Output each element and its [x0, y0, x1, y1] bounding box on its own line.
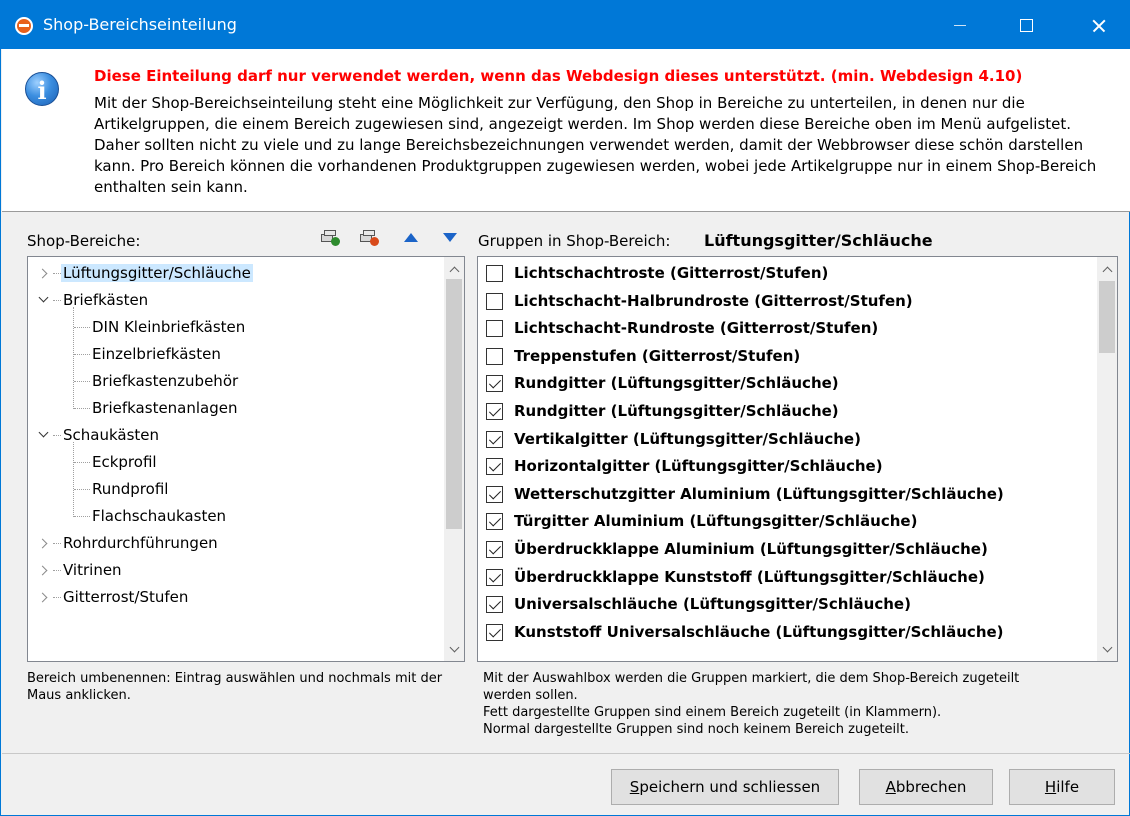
- tree-connector: [73, 442, 74, 517]
- move-down-icon[interactable]: [439, 228, 463, 248]
- cancel-button[interactable]: Abbrechen: [859, 769, 993, 805]
- tree-scrollbar[interactable]: [444, 257, 464, 661]
- close-button[interactable]: [1069, 1, 1129, 49]
- group-label: Lichtschacht-Halbrundroste (Gitterrost/S…: [514, 291, 913, 310]
- group-label: Rundgitter (Lüftungsgitter/Schläuche): [514, 402, 839, 420]
- group-checkbox[interactable]: [486, 347, 503, 365]
- tree-subitem-label: Einzelbriefkästen: [92, 345, 221, 363]
- scroll-up-icon[interactable]: [1097, 259, 1117, 279]
- group-checkbox[interactable]: [486, 292, 503, 310]
- chevron-right-icon[interactable]: [38, 564, 50, 576]
- group-label: Überdruckklappe Kunststoff (Lüftungsgitt…: [514, 567, 985, 586]
- tree-item-label: Lüftungsgitter/Schläuche: [61, 264, 253, 282]
- tree-item-label: Gitterrost/Stufen: [63, 588, 189, 606]
- tree-subitem-label: Flachschaukasten: [92, 507, 227, 525]
- tree-subitem-label: Briefkastenanlagen: [92, 399, 238, 417]
- group-checkbox[interactable]: [486, 458, 503, 476]
- groups-checklist[interactable]: Lichtschachtroste (Gitterrost/Stufen) Lic…: [477, 256, 1118, 662]
- group-checkbox[interactable]: [486, 568, 503, 586]
- shop-areas-dialog: Shop-Bereichseinteilung i Diese Einteilu…: [0, 0, 1130, 816]
- group-label: Überdruckklappe Aluminium (Lüftungsgitte…: [514, 540, 988, 558]
- chevron-down-icon[interactable]: [38, 429, 50, 441]
- tree-item-label: Rohrdurchführungen: [63, 534, 218, 552]
- group-label: Rundgitter (Lüftungsgitter/Schläuche): [514, 374, 839, 393]
- button-separator: [2, 753, 1130, 754]
- window-title: Shop-Bereichseinteilung: [43, 15, 237, 34]
- scroll-down-icon[interactable]: [444, 639, 464, 659]
- shop-areas-tree[interactable]: Lüftungsgitter/Schläuche Briefkästen DIN K…: [27, 256, 465, 662]
- save-and-close-button[interactable]: Speichern und schliessen: [611, 769, 839, 805]
- shop-app-icon: [15, 17, 33, 35]
- group-label: Türgitter Aluminium (Lüftungsgitter/Schl…: [514, 512, 918, 531]
- title-bar[interactable]: Shop-Bereichseinteilung: [1, 1, 1129, 49]
- tree-connector: [73, 307, 74, 409]
- groups-hint: Mit der Auswahlbox werden die Gruppen ma…: [483, 670, 1123, 738]
- tree-subitem-label: Rundprofil: [92, 480, 169, 498]
- group-checkbox[interactable]: [486, 541, 503, 558]
- tree-item-label: Schaukästen: [63, 426, 160, 444]
- group-checkbox[interactable]: [486, 375, 503, 393]
- info-icon: i: [25, 72, 59, 106]
- minimize-button[interactable]: [931, 1, 991, 49]
- move-up-icon[interactable]: [400, 228, 424, 248]
- delete-area-icon[interactable]: [358, 228, 382, 248]
- chevron-right-icon[interactable]: [38, 591, 50, 603]
- selected-area-title: Lüftungsgitter/Schläuche: [704, 231, 933, 250]
- scrollbar-thumb[interactable]: [446, 279, 462, 529]
- scroll-down-icon[interactable]: [1097, 639, 1117, 659]
- tree-item-label: Briefkästen: [63, 291, 149, 309]
- info-description: Mit der Shop-Bereichseinteilung steht ei…: [94, 94, 1097, 196]
- shop-areas-label: Shop-Bereiche:: [27, 232, 141, 250]
- info-header: i Diese Einteilung darf nur verwendet we…: [2, 49, 1130, 212]
- group-checkbox[interactable]: [486, 320, 503, 338]
- group-label: Universalschläuche (Lüftungsgitter/Schlä…: [514, 595, 911, 614]
- chevron-down-icon[interactable]: [38, 294, 50, 306]
- tree-subitem-label: Eckprofil: [92, 453, 157, 471]
- hint-line: Normal dargestellte Gruppen sind noch ke…: [483, 722, 909, 737]
- group-checkbox[interactable]: [486, 485, 503, 503]
- button-label: ilfe: [1056, 778, 1080, 796]
- mnemonic: H: [1044, 778, 1057, 796]
- tree-item-label: Vitrinen: [63, 561, 122, 579]
- groups-label: Gruppen in Shop-Bereich:: [478, 232, 671, 250]
- button-label: peichern und schliessen: [639, 778, 821, 796]
- chevron-right-icon[interactable]: [38, 267, 50, 279]
- group-label: Horizontalgitter (Lüftungsgitter/Schläuc…: [514, 457, 883, 476]
- rename-hint: Bereich umbenennen: Eintrag auswählen un…: [27, 671, 443, 703]
- group-checkbox[interactable]: [486, 596, 503, 614]
- help-button[interactable]: Hilfe: [1009, 769, 1115, 805]
- group-checkbox[interactable]: [486, 430, 503, 448]
- group-label: Wetterschutzgitter Aluminium (Lüftungsgi…: [514, 484, 1004, 503]
- group-label: Lichtschachtroste (Gitterrost/Stufen): [514, 264, 829, 282]
- mnemonic: S: [629, 778, 640, 796]
- group-checkbox[interactable]: [486, 513, 503, 531]
- group-checkbox[interactable]: [486, 265, 503, 282]
- scroll-up-icon[interactable]: [444, 259, 464, 279]
- hint-line: Mit der Auswahlbox werden die Gruppen ma…: [483, 671, 1020, 686]
- button-label: bbrechen: [895, 778, 967, 796]
- chevron-right-icon[interactable]: [38, 537, 50, 549]
- webdesign-warning: Diese Einteilung darf nur verwendet werd…: [94, 67, 1023, 85]
- groups-scrollbar[interactable]: [1097, 257, 1117, 661]
- maximize-button[interactable]: [997, 1, 1057, 49]
- mnemonic: A: [885, 778, 896, 796]
- hint-line: Fett dargestellte Gruppen sind einem Ber…: [483, 705, 942, 720]
- hint-line: werden sollen.: [483, 688, 578, 703]
- group-label: Lichtschacht-Rundroste (Gitterrost/Stufe…: [514, 319, 879, 338]
- group-label: Treppenstufen (Gitterrost/Stufen): [514, 346, 801, 365]
- group-checkbox[interactable]: [486, 403, 503, 420]
- tree-subitem-label: DIN Kleinbriefkästen: [92, 318, 246, 336]
- group-label: Vertikalgitter (Lüftungsgitter/Schläuche…: [514, 429, 861, 448]
- group-label: Kunststoff Universalschläuche (Lüftungsg…: [514, 622, 1004, 641]
- tree-subitem-label: Briefkastenzubehör: [92, 372, 239, 390]
- group-checkbox[interactable]: [486, 623, 503, 641]
- scrollbar-thumb[interactable]: [1099, 281, 1115, 353]
- add-area-icon[interactable]: [319, 228, 343, 248]
